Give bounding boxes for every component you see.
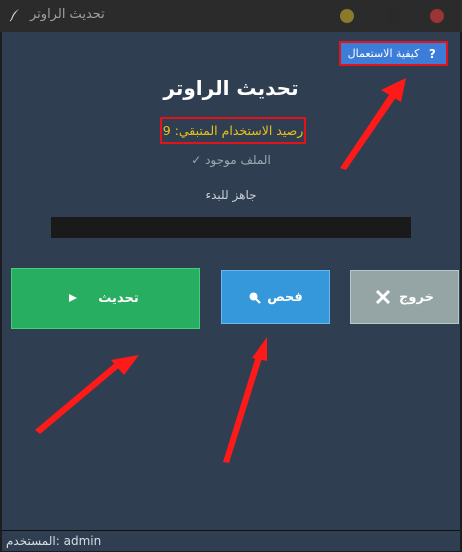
status-bar: المستخدم: admin (2, 530, 460, 551)
check-button[interactable]: فحص (221, 270, 330, 324)
maximize-button[interactable] (386, 9, 400, 23)
page-title: تحديث الراوتر (163, 76, 299, 100)
help-label: كيفية الاستعمال (347, 47, 420, 60)
progress-bar (51, 217, 411, 238)
ready-status: جاهز للبدء (205, 188, 257, 202)
update-label: تحديث (98, 291, 139, 306)
check-label: فحص (267, 289, 303, 305)
play-icon (69, 294, 77, 302)
window-titlebar: تحديث الراوتر (0, 0, 462, 32)
file-status: الملف موجود ✓ (191, 153, 271, 167)
question-icon: ? (428, 46, 436, 61)
usage-balance-label: رصيد الاستخدام المتبقي: 9 (162, 123, 304, 138)
window-title: تحديث الراوتر (30, 7, 105, 22)
close-icon (375, 289, 391, 305)
exit-button[interactable]: خروج (350, 270, 459, 324)
exit-label: خروج (399, 289, 434, 305)
update-button[interactable]: تحديث (11, 268, 200, 329)
status-user: المستخدم: admin (6, 534, 102, 548)
minimize-button[interactable] (340, 9, 354, 23)
usage-balance: رصيد الاستخدام المتبقي: 9 (160, 117, 306, 144)
help-button[interactable]: ? كيفية الاستعمال (339, 41, 448, 66)
close-window-button[interactable] (430, 9, 444, 23)
search-icon (249, 292, 261, 304)
feather-icon (9, 9, 19, 22)
